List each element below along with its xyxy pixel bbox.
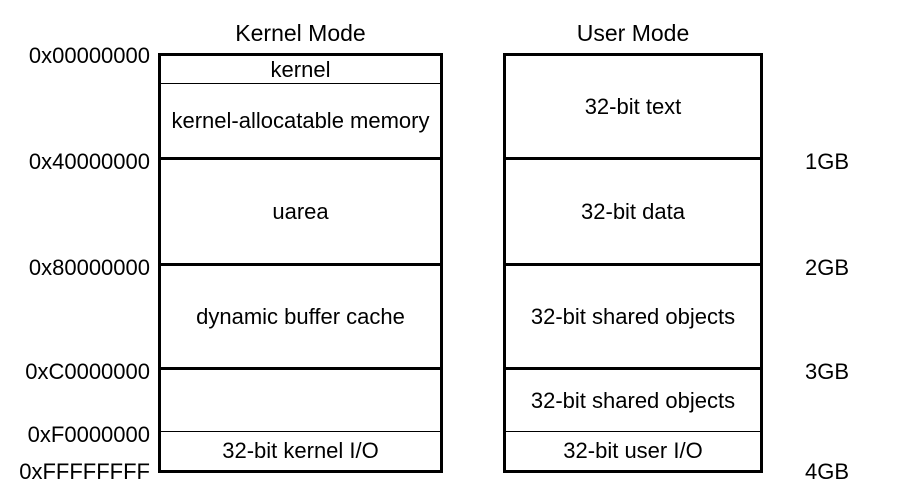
seg-kernel-io: 32-bit kernel I/O [161,432,440,470]
size-label-4gb: 4GB [805,459,849,485]
seg-uarea: uarea [161,160,440,266]
seg-kernel-empty [161,370,440,432]
seg-32bit-shared-2: 32-bit shared objects [506,370,760,432]
addr-label-0: 0x00000000 [0,43,150,69]
memory-layout-diagram: Kernel Mode User Mode 0x00000000 0x40000… [0,20,920,483]
seg-kernel-allocatable: kernel-allocatable memory [161,84,440,160]
columns-wrap: 0x00000000 0x40000000 0x80000000 0xC0000… [0,53,920,483]
size-label-3gb: 3GB [805,359,849,385]
user-column: 32-bit text 32-bit data 32-bit shared ob… [503,53,763,473]
seg-dynamic-buffer-cache: dynamic buffer cache [161,266,440,370]
seg-kernel: kernel [161,56,440,84]
seg-user-io: 32-bit user I/O [506,432,760,470]
size-label-2gb: 2GB [805,255,849,281]
addr-label-2: 0x80000000 [0,255,150,281]
seg-32bit-shared-1: 32-bit shared objects [506,266,760,370]
size-label-1gb: 1GB [805,149,849,175]
seg-32bit-text: 32-bit text [506,56,760,160]
user-mode-title: User Mode [503,20,763,47]
addr-label-1: 0x40000000 [0,149,150,175]
seg-32bit-data: 32-bit data [506,160,760,266]
kernel-column: kernel kernel-allocatable memory uarea d… [158,53,443,473]
addr-label-5: 0xFFFFFFFF [0,459,150,485]
addr-label-3: 0xC0000000 [0,359,150,385]
kernel-mode-title: Kernel Mode [158,20,443,47]
addr-label-4: 0xF0000000 [0,422,150,448]
